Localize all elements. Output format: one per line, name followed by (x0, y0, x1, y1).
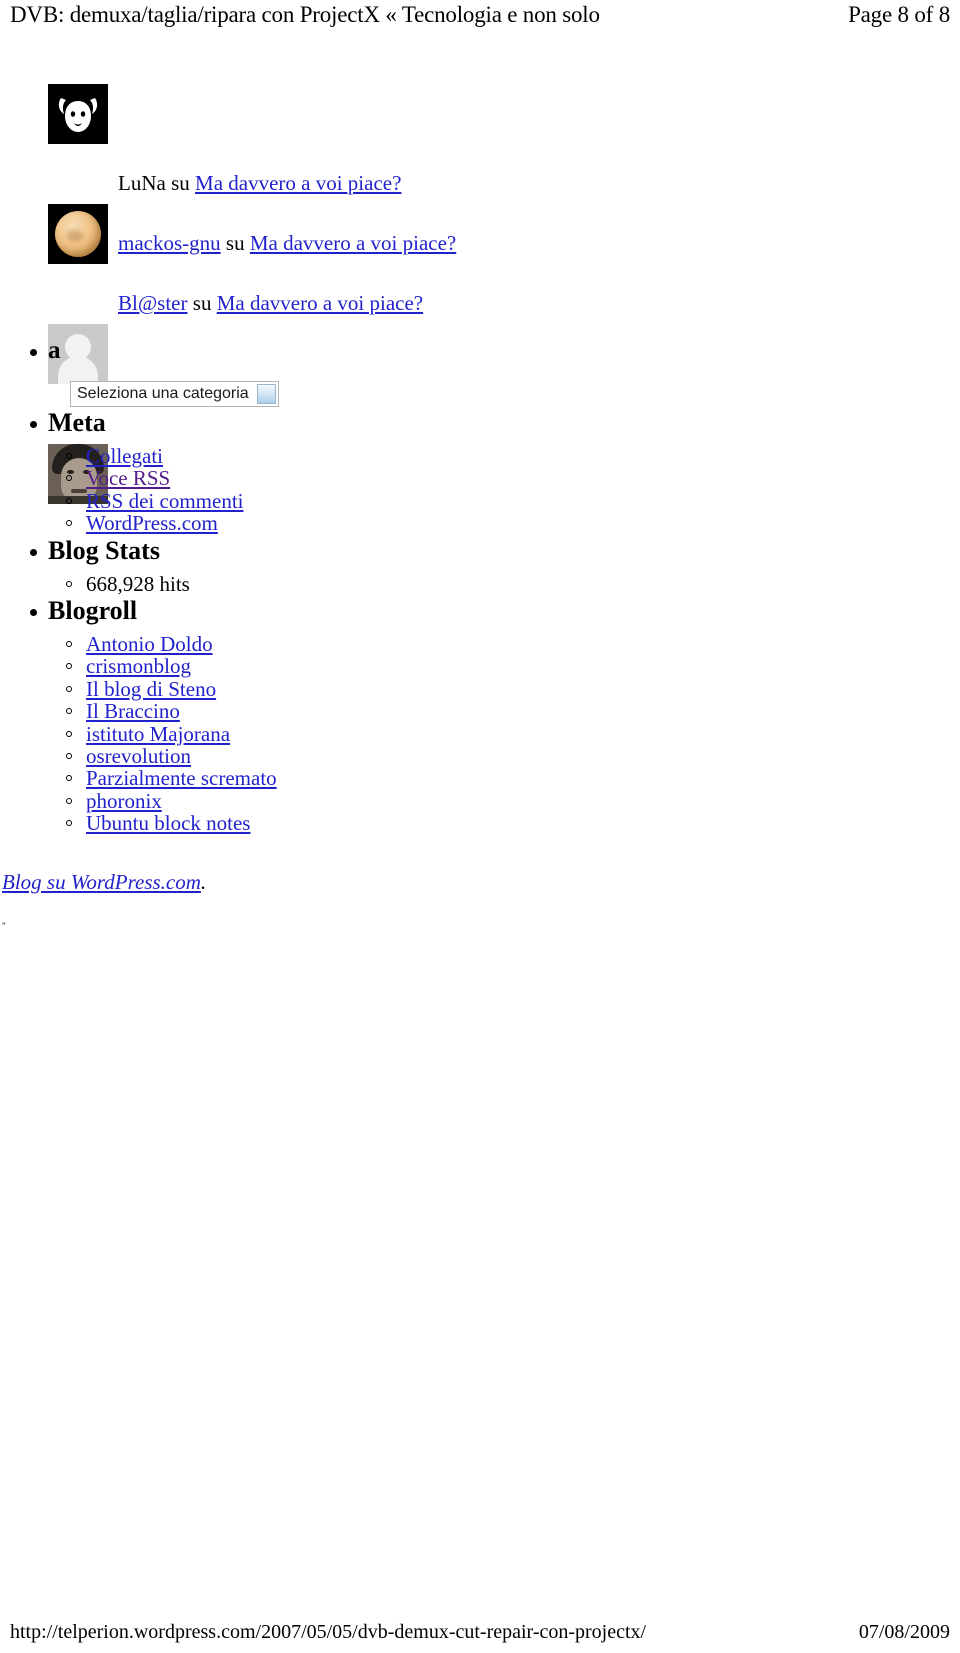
moon-avatar (48, 204, 108, 264)
list-item: WordPress.com (48, 512, 560, 534)
blogroll-link-antonio-doldo[interactable]: Antonio Doldo (86, 632, 213, 656)
widget-categories: a Seleziona una categoria (0, 335, 560, 407)
list-item: Antonio Doldo (48, 633, 560, 655)
comment-author-link[interactable]: mackos-gnu (118, 231, 221, 255)
widget-list: a Seleziona una categoria Meta Collegati… (0, 335, 560, 835)
widget-blog-stats: Blog Stats 668,928 hits (0, 535, 560, 595)
meta-link-list: Collegati Voce RSS RSS dei commenti Word… (48, 445, 560, 535)
wordpress-credit-period: . (200, 869, 207, 894)
moon-disc (55, 211, 101, 257)
wordpress-credit: Blog su WordPress.com. (0, 869, 560, 895)
blogroll-link-crismonblog[interactable]: crismonblog (86, 654, 191, 678)
blog-stats-hit-count: 668,928 hits (86, 571, 190, 596)
meta-link-voce-rss[interactable]: Voce RSS (86, 466, 170, 490)
comment-post-link[interactable]: Ma davvero a voi piace? (250, 231, 456, 255)
list-item: Ubuntu block notes (48, 812, 560, 834)
comment-connector: su (171, 171, 190, 195)
list-item: 668,928 hits (48, 571, 560, 596)
gnu-head-icon (58, 98, 98, 132)
widget-meta: Meta Collegati Voce RSS RSS dei commenti… (0, 407, 560, 535)
print-footer-date: 07/08/2009 (858, 1621, 950, 1643)
list-item: phoronix (48, 790, 560, 812)
comment-connector: su (225, 231, 245, 255)
stray-mark: " (2, 920, 6, 931)
list-item: RSS dei commenti (48, 490, 560, 512)
list-item: Collegati (48, 445, 560, 467)
gnu-head-avatar (48, 84, 108, 144)
meta-link-rss-dei-commenti[interactable]: RSS dei commenti (86, 489, 244, 513)
recent-comment-item: Bl@ster su Ma davvero a voi piace? (118, 290, 423, 316)
blog-stats-list: 668,928 hits (48, 571, 560, 596)
category-select-wrapper: Seleziona una categoria (70, 381, 560, 407)
comment-author: LuNa (118, 171, 166, 195)
blogroll-link-ubuntu-block-notes[interactable]: Ubuntu block notes (86, 811, 250, 835)
print-header-title: DVB: demuxa/taglia/ripara con ProjectX «… (10, 2, 600, 27)
widget-title-meta: Meta (48, 408, 106, 437)
blogroll-link-list: Antonio Doldo crismonblog Il blog di Ste… (48, 633, 560, 835)
print-header-page-number: Page 8 of 8 (848, 2, 950, 27)
list-item: osrevolution (48, 745, 560, 767)
comment-author-link[interactable]: Bl@ster (118, 291, 188, 315)
comment-post-link[interactable]: Ma davvero a voi piace? (217, 291, 423, 315)
blogroll-link-istituto-majorana[interactable]: istituto Majorana (86, 722, 230, 746)
widget-title-blog-stats: Blog Stats (48, 535, 160, 565)
recent-comments-widget: LuNa su Ma davvero a voi piace? mackos-g… (0, 80, 560, 504)
list-item: istituto Majorana (48, 722, 560, 746)
chevron-down-icon[interactable] (256, 384, 276, 404)
print-header: DVB: demuxa/taglia/ripara con ProjectX «… (0, 0, 960, 34)
widget-title-categories: a (48, 337, 61, 364)
recent-comment-item: LuNa su Ma davvero a voi piace? (118, 170, 401, 196)
blogroll-link-parzialmente-scremato[interactable]: Parzialmente scremato (86, 766, 277, 790)
blogroll-link-osrevolution[interactable]: osrevolution (86, 744, 191, 768)
print-footer-url: http://telperion.wordpress.com/2007/05/0… (10, 1621, 647, 1643)
wordpress-credit-link[interactable]: Blog su WordPress.com (2, 870, 201, 894)
widget-blogroll: Blogroll Antonio Doldo crismonblog Il bl… (0, 595, 560, 835)
blogroll-link-phoronix[interactable]: phoronix (86, 789, 162, 813)
recent-comment-item: mackos-gnu su Ma davvero a voi piace? (118, 230, 456, 256)
comment-post-link[interactable]: Ma davvero a voi piace? (195, 171, 401, 195)
list-item: crismonblog (48, 654, 560, 678)
print-footer: http://telperion.wordpress.com/2007/05/0… (0, 1613, 960, 1645)
category-select[interactable]: Seleziona una categoria (70, 381, 279, 407)
category-select-value: Seleziona una categoria (77, 385, 249, 402)
widget-title-blogroll: Blogroll (48, 596, 138, 626)
list-item: Il blog di Steno (48, 678, 560, 700)
list-item: Il Braccino (48, 700, 560, 722)
list-item: Parzialmente scremato (48, 766, 560, 790)
blog-sidebar: LuNa su Ma davvero a voi piace? mackos-g… (0, 80, 560, 931)
meta-link-collegati[interactable]: Collegati (86, 444, 163, 468)
comment-connector: su (192, 291, 212, 315)
list-item: Voce RSS (48, 466, 560, 490)
blogroll-link-il-blog-di-steno[interactable]: Il blog di Steno (86, 677, 216, 701)
meta-link-wordpress-com[interactable]: WordPress.com (86, 511, 218, 535)
blogroll-link-il-braccino[interactable]: Il Braccino (86, 699, 180, 723)
